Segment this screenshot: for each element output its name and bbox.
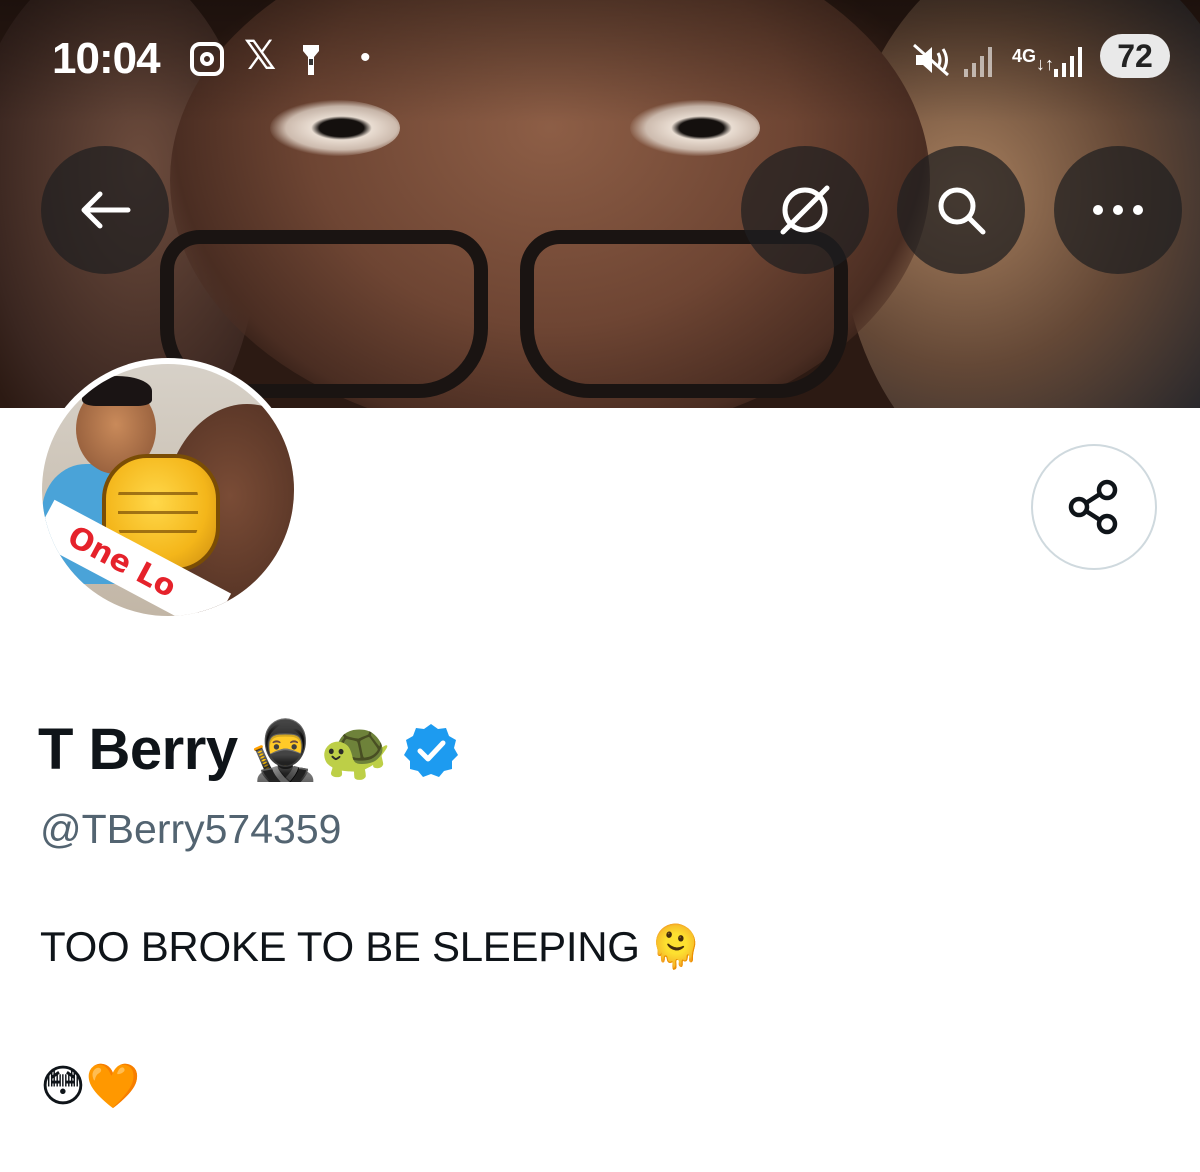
more-options-button[interactable] [1054, 146, 1182, 274]
instagram-icon [190, 42, 224, 76]
grok-button[interactable] [741, 146, 869, 274]
signal-icon [964, 42, 992, 82]
profile-name-row: T Berry 🥷🐢 [38, 716, 460, 783]
flashlight-icon [300, 40, 322, 80]
status-time: 10:04 [52, 34, 161, 83]
share-icon [1068, 479, 1118, 535]
search-icon [938, 187, 986, 235]
bio-text: TOO BROKE TO BE SLEEPING [40, 923, 640, 970]
search-button[interactable] [897, 146, 1025, 274]
verified-badge-icon[interactable] [402, 721, 460, 779]
bio-line-2: 😳🧡 [40, 1061, 141, 1112]
avatar[interactable]: One Lo [36, 358, 300, 622]
battery-indicator: 72 [1100, 34, 1170, 78]
signal-icon [1054, 42, 1082, 82]
dot-icon: • [360, 41, 371, 74]
display-name: T Berry [38, 717, 238, 782]
bio-line-1: TOO BROKE TO BE SLEEPING 🫠 [40, 922, 702, 972]
more-icon [1093, 205, 1143, 215]
x-logo-icon: 𝕏 [244, 34, 277, 78]
mute-icon [912, 40, 952, 80]
grok-icon [780, 185, 830, 235]
avatar-image: One Lo [42, 364, 294, 616]
share-button[interactable] [1031, 444, 1157, 570]
network-type: 4G ↓↑ [1012, 46, 1055, 74]
bio-emoji: 🫠 [649, 922, 702, 971]
back-button[interactable] [41, 146, 169, 274]
name-emojis: 🥷🐢 [247, 715, 393, 784]
back-arrow-icon [81, 191, 131, 229]
status-bar: 10:04 𝕏 • 4G ↓↑ 72 [0, 0, 1200, 120]
profile-handle: @TBerry574359 [40, 806, 342, 852]
